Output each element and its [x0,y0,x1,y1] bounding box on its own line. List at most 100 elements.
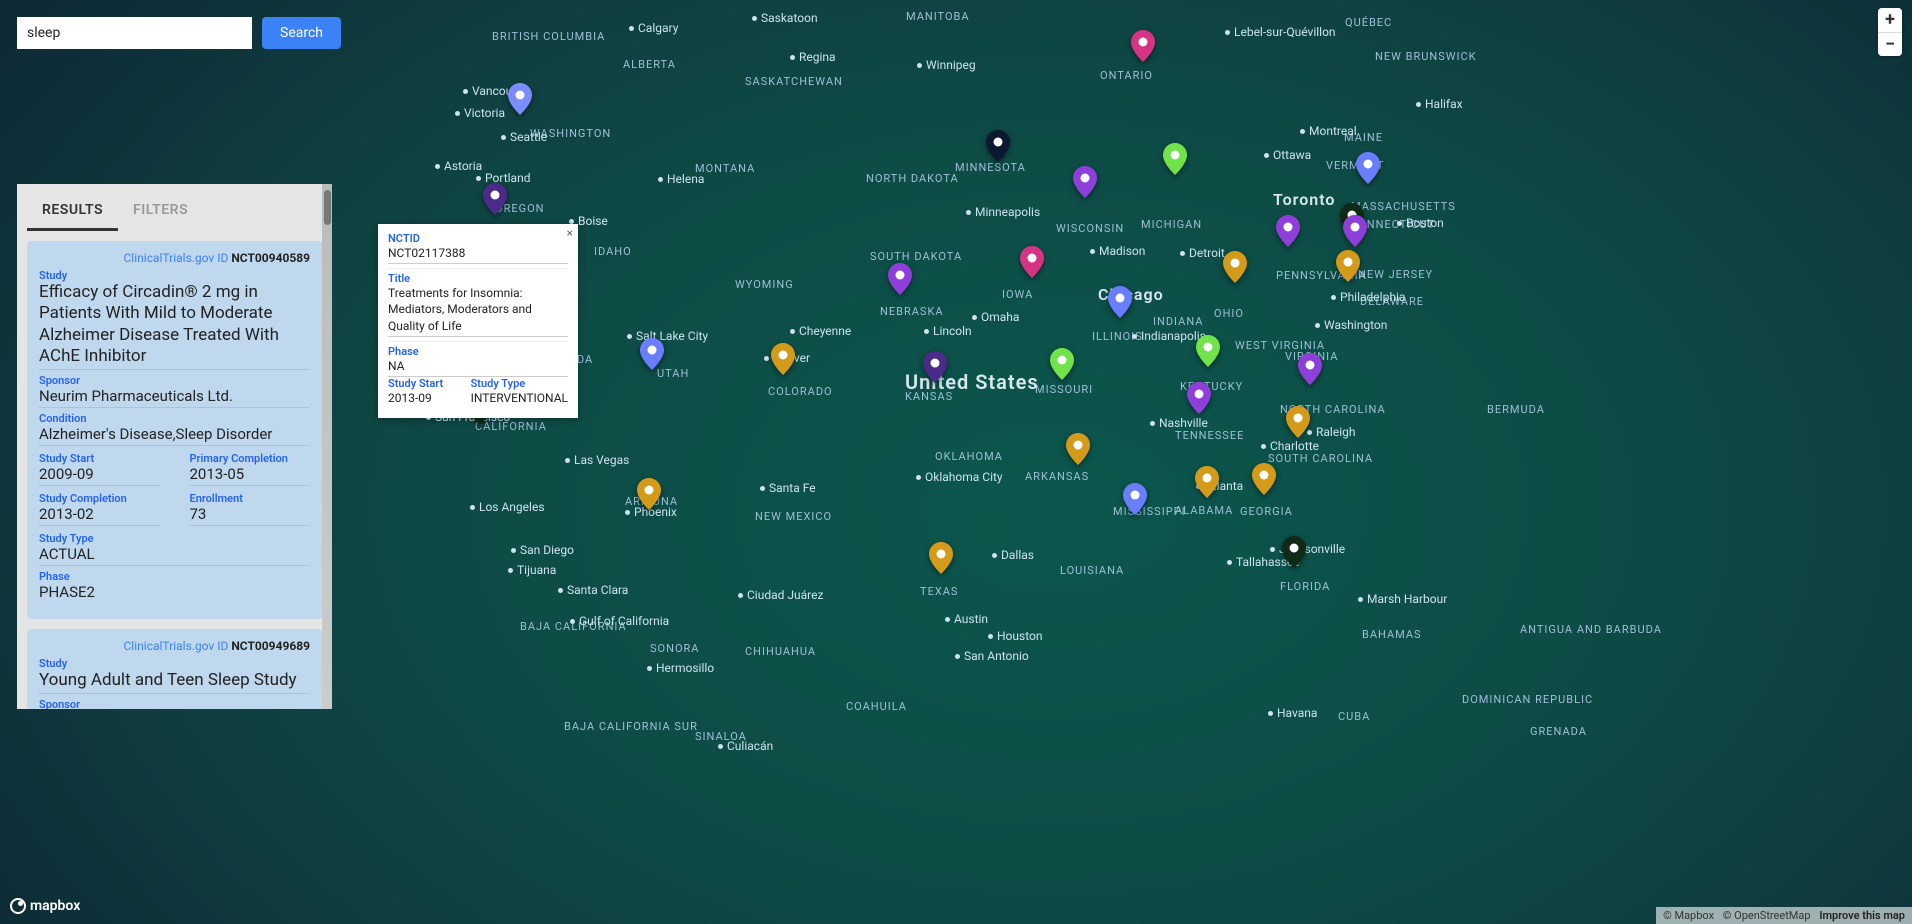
map-pin[interactable] [1123,483,1147,515]
map-pin[interactable] [1298,353,1322,385]
map-pin[interactable] [1050,348,1074,380]
region-label: SOUTH CAROLINA [1268,452,1373,465]
popup-type-label: Study Type [471,377,568,390]
city-label: Astoria [435,159,482,173]
city-label: Oklahoma City [916,470,1003,484]
city-label: Winnipeg [917,58,976,72]
city-label: Washington [1315,318,1387,332]
region-label: SOUTH DAKOTA [870,250,962,263]
city-label: Nashville [1150,416,1208,430]
map-attribution: © Mapbox © OpenStreetMap Improve this ma… [1656,907,1912,924]
map-pin[interactable] [508,83,532,115]
search-input[interactable] [17,17,252,49]
city-label: Santa Clara [558,583,628,597]
label-sponsor: Sponsor [39,698,310,709]
zoom-out-button[interactable]: − [1878,32,1902,56]
panel-tabs: RESULTS FILTERS [17,184,332,231]
region-label: Bermuda [1487,403,1545,416]
city-label: Detroit [1180,246,1225,260]
label-sponsor: Sponsor [39,374,310,387]
city-label: Regina [790,50,836,64]
popup-title: Treatments for Insomnia: Mediators, Mode… [388,285,568,337]
city-label: Ciudad Juárez [738,588,823,602]
attrib-osm[interactable]: © OpenStreetMap [1723,909,1811,922]
map-pin[interactable] [1066,433,1090,465]
result-card[interactable]: ClinicalTrials.gov ID NCT00940589 Study … [27,241,322,619]
search-button[interactable]: Search [262,17,341,49]
city-label: Madison [1090,244,1145,258]
region-label: SASKATCHEWAN [745,75,843,88]
val-enroll: 73 [190,505,311,526]
map-pin[interactable] [1276,215,1300,247]
region-label: IOWA [1002,288,1033,301]
city-label: Gulf of California [570,614,669,628]
attrib-improve[interactable]: Improve this map [1819,909,1905,922]
card-id-row: ClinicalTrials.gov ID NCT00940589 [39,251,310,265]
city-label: Saskatoon [752,11,818,25]
val-pcomp: 2013-05 [190,465,311,486]
card-id-row: ClinicalTrials.gov ID NCT00949689 [39,639,310,653]
map-pin[interactable] [1356,152,1380,184]
city-label: Minneapolis [966,205,1040,219]
region-label: ONTARIO [1100,69,1153,82]
map-pin[interactable] [888,263,912,295]
major-label: Toronto [1273,190,1335,209]
label-study: Study [39,269,310,282]
map-pin[interactable] [1223,251,1247,283]
zoom-in-button[interactable]: + [1878,8,1902,32]
map-pin[interactable] [929,542,953,574]
map-pin[interactable] [637,478,661,510]
map-pin[interactable] [640,338,664,370]
region-label: WYOMING [735,278,794,291]
val-start: 2009-09 [39,465,160,486]
map-pin[interactable] [1187,382,1211,414]
map-pin[interactable] [923,351,947,383]
map-pin[interactable] [1336,250,1360,282]
map-pin[interactable] [1282,536,1306,568]
tab-results[interactable]: RESULTS [27,184,118,231]
map-pin[interactable] [1108,286,1132,318]
region-label: Dominican Republic [1462,693,1593,706]
map-popup: × NCTID NCT02117388 Title Treatments for… [378,224,578,418]
map-pin[interactable] [1343,215,1367,247]
map-pin[interactable] [1195,466,1219,498]
map-pin[interactable] [1073,166,1097,198]
map-pin[interactable] [771,343,795,375]
map-pin[interactable] [1286,406,1310,438]
region-label: BRITISH COLUMBIA [492,30,605,43]
map-pin[interactable] [1020,246,1044,278]
region-label: QUÉBEC [1345,16,1392,29]
city-label: Halifax [1416,97,1463,111]
city-label: Hermosillo [647,661,714,675]
region-label: IDAHO [594,245,632,258]
attrib-mapbox[interactable]: © Mapbox [1663,909,1714,922]
popup-start: 2013-09 [388,390,461,408]
city-label: Victoria [455,106,505,120]
map-pin[interactable] [986,130,1010,162]
tab-filters[interactable]: FILTERS [118,184,203,231]
popup-title-label: Title [388,268,568,285]
region-label: Grenada [1530,725,1587,738]
map-pin[interactable] [1163,143,1187,175]
city-label: Las Vegas [565,453,629,467]
region-label: SONORA [650,642,699,655]
scrollbar-thumb[interactable] [324,190,331,225]
city-label: Lebel-sur-Quévillon [1225,25,1336,39]
result-card[interactable]: ClinicalTrials.gov ID NCT00949689 Study … [27,629,322,709]
city-label: Lincoln [924,324,972,338]
region-label: INDIANA [1153,315,1203,328]
zoom-controls: + − [1878,8,1902,56]
city-label: Philadelphia [1331,290,1405,304]
region-label: TENNESSEE [1175,429,1244,442]
map-pin[interactable] [1131,30,1155,62]
popup-close-icon[interactable]: × [567,226,573,240]
region-label: ALBERTA [623,58,676,71]
label-pcomp: Primary Completion [190,452,311,465]
city-label: Charlotte [1261,439,1319,453]
map-pin[interactable] [1196,335,1220,367]
results-panel: RESULTS FILTERS ClinicalTrials.gov ID NC… [17,184,332,709]
city-label: San Diego [511,543,574,557]
region-label: MASSACHUSETTS [1351,200,1456,213]
map-pin[interactable] [1252,463,1276,495]
map-pin[interactable] [483,183,507,215]
